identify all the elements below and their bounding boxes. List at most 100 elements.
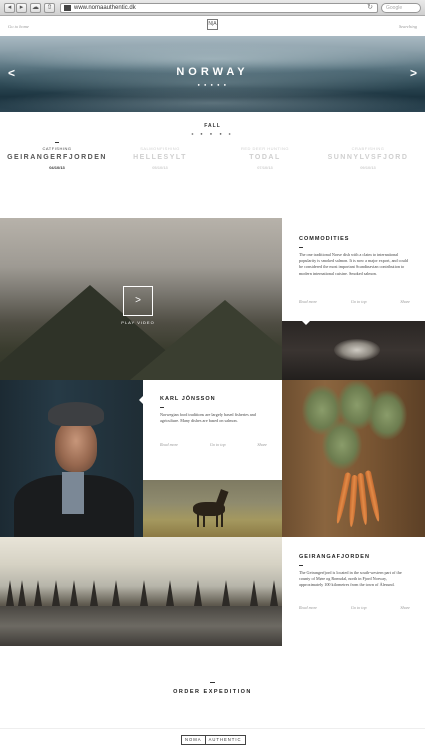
tree-shape <box>34 580 42 606</box>
season-title: FALL <box>204 123 221 129</box>
go-to-top-link[interactable]: Go to top <box>351 605 367 610</box>
event-item[interactable]: CRABFISHING SUNNYLVSFJORD 09/10/13 <box>318 142 418 170</box>
event-date: 04/10/13 <box>49 165 65 170</box>
tree-shape <box>90 580 98 606</box>
tree-shape <box>112 580 120 606</box>
carrots-image <box>282 380 425 537</box>
event-place: SUNNYLVSFJORD <box>327 154 409 161</box>
event-item[interactable]: SALMONFISHING HELLESYLT 05/10/13 <box>110 142 210 170</box>
scarf-image <box>282 321 425 380</box>
tree-shape <box>6 580 14 606</box>
order-expedition-link[interactable]: ORDER EXPEDITION <box>0 689 425 695</box>
read-more-link[interactable]: Read more <box>299 605 317 610</box>
browser-search-input[interactable]: Google <box>381 3 421 13</box>
play-icon[interactable]: > <box>123 286 153 316</box>
deer-image <box>143 480 282 537</box>
back-button[interactable]: ◂ <box>4 3 15 13</box>
hero-wave <box>0 88 425 112</box>
site-footer: NOMA AUTHENTIC <box>0 728 425 750</box>
site-logo[interactable]: N|A <box>207 19 218 30</box>
event-place: HELLESYLT <box>133 154 187 161</box>
hat-shape <box>48 402 104 426</box>
card-dash <box>160 407 164 408</box>
search-link[interactable]: Searching <box>399 24 417 29</box>
card-links: Read more Go to top Share <box>160 442 267 447</box>
event-place: TODAL <box>249 154 281 161</box>
scarf-shape <box>334 339 380 361</box>
read-more-link[interactable]: Read more <box>160 442 178 447</box>
read-more-link[interactable]: Read more <box>299 299 317 304</box>
video-tile[interactable]: > PLAY VIDEO <box>0 218 282 380</box>
card-links: Read more Go to top Share <box>299 299 410 304</box>
tree-shape <box>250 580 258 606</box>
address-bar[interactable]: www.nomaauthentic.dk ↻ <box>60 3 378 13</box>
event-item[interactable]: CATFISHING GEIRANGERFJORDEN 04/10/13 <box>7 142 107 170</box>
event-dash <box>158 142 162 143</box>
leaf-shape <box>367 390 407 440</box>
card-title: COMMODITIES <box>299 236 350 242</box>
share-link[interactable]: Share <box>400 299 410 304</box>
event-date: 05/10/13 <box>152 165 168 170</box>
share-link[interactable]: Share <box>400 605 410 610</box>
tree-shape <box>52 580 60 606</box>
hero-dots[interactable]: ● ● ● ● ● <box>0 82 425 87</box>
play-video-label[interactable]: PLAY VIDEO <box>100 320 176 325</box>
tree-shape <box>270 580 278 606</box>
event-dash <box>366 142 370 143</box>
active-dash <box>55 142 59 143</box>
go-to-top-link[interactable]: Go to top <box>210 442 226 447</box>
event-place: GEIRANGERFJORDEN <box>7 154 107 161</box>
share-icon[interactable]: ⇧ <box>44 3 55 13</box>
event-item[interactable]: RED DEER HUNTING TODAL 07/10/13 <box>215 142 315 170</box>
commodities-card: COMMODITIES The one traditional Norse di… <box>282 218 425 321</box>
forward-button[interactable]: ▸ <box>16 3 27 13</box>
event-date: 07/10/13 <box>257 165 273 170</box>
tree-shape <box>194 580 202 606</box>
card-title: GEIRANGAFJORDEN <box>299 554 370 560</box>
event-dash <box>263 142 267 143</box>
order-section: ORDER EXPEDITION <box>0 646 425 728</box>
tree-shape <box>140 580 148 606</box>
footer-logo[interactable]: NOMA AUTHENTIC <box>181 735 246 745</box>
season-pager[interactable]: ◂ ● ● ● ▸ <box>0 131 425 136</box>
brand-right: AUTHENTIC <box>208 737 242 742</box>
carrot-shape <box>364 469 382 523</box>
go-to-top-link[interactable]: Go to top <box>351 299 367 304</box>
hero-title: NORWAY <box>176 66 249 78</box>
hero-banner: < NORWAY ● ● ● ● ● > <box>0 36 425 112</box>
share-link[interactable]: Share <box>257 442 267 447</box>
card-text: The Geirangerfjord is located in the sou… <box>299 570 402 588</box>
hero-next-icon[interactable]: > <box>410 66 417 80</box>
card-dash <box>299 247 303 248</box>
home-link[interactable]: Go to home <box>8 24 29 29</box>
event-kind: CATFISHING <box>42 146 72 151</box>
event-kind: RED DEER HUNTING <box>240 146 289 151</box>
pointer-triangle <box>301 321 311 325</box>
deer-leg <box>216 513 218 527</box>
order-dash <box>210 682 215 683</box>
url-text: www.nomaauthentic.dk <box>74 5 136 11</box>
event-kind: CRABFISHING <box>351 146 385 151</box>
browser-toolbar: ◂ ▸ ☁ ⇧ www.nomaauthentic.dk ↻ Google <box>0 0 425 16</box>
deer-leg <box>197 513 199 527</box>
tree-shape <box>18 580 26 606</box>
geiranger-card: GEIRANGAFJORDEN The Geirangerfjord is lo… <box>282 537 425 646</box>
reload-icon[interactable]: ↻ <box>367 4 373 12</box>
favicon-icon <box>64 5 71 11</box>
karl-card: KARL JÖNSSON Norwegian food traditions a… <box>139 380 282 480</box>
portrait-image <box>0 380 143 537</box>
event-kind: SALMONFISHING <box>140 146 180 151</box>
site-header: Go to home N|A Searching <box>0 16 425 36</box>
tree-shape <box>166 580 174 606</box>
deer-neck <box>215 489 229 507</box>
tree-shape <box>70 580 78 606</box>
shirt-shape <box>62 472 84 514</box>
event-date: 09/10/13 <box>360 165 376 170</box>
cloud-icon[interactable]: ☁ <box>30 3 41 13</box>
brand-left: NOMA <box>182 736 206 744</box>
card-links: Read more Go to top Share <box>299 605 410 610</box>
deer-leg <box>221 513 223 527</box>
card-title: KARL JÖNSSON <box>160 396 216 402</box>
pointer-triangle <box>139 396 143 404</box>
forest-image <box>0 537 282 646</box>
